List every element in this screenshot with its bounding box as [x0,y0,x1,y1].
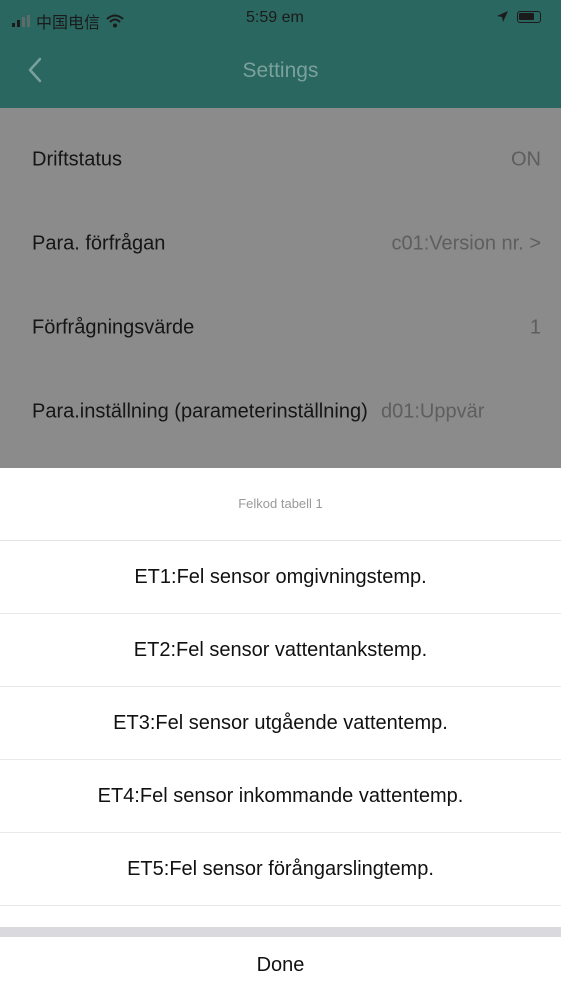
status-time: 5:59 em [246,9,304,26]
settings-row-para-installning[interactable]: Para.inställning (parameterinställning) … [0,360,561,444]
settings-list: Driftstatus ON Para. förfrågan c01:Versi… [0,108,561,468]
row-value: c01:Version nr. > [391,232,541,255]
status-right [496,10,541,23]
row-value: d01:Uppvär [381,400,485,423]
sheet-option-et2[interactable]: ET2:Fel sensor vattentankstemp. [0,614,561,687]
sheet-option-et4[interactable]: ET4:Fel sensor inkommande vattentemp. [0,760,561,833]
settings-row-para-forfragan[interactable]: Para. förfrågan c01:Version nr. > [0,192,561,276]
sheet-option-et3[interactable]: ET3:Fel sensor utgående vattentemp. [0,687,561,760]
row-label: Förfrågningsvärde [32,316,195,339]
sheet-option-et1[interactable]: ET1:Fel sensor omgivningstemp. [0,541,561,614]
status-left: 中国电信 [12,9,124,33]
settings-row-forfragningsvarde[interactable]: Förfrågningsvärde 1 [0,276,561,360]
sheet-title: Felkod tabell 1 [0,468,561,541]
sheet-option-et5[interactable]: ET5:Fel sensor förångarslingtemp. [0,833,561,906]
location-arrow-icon [497,11,508,22]
done-button[interactable]: Done [0,937,561,993]
carrier-label: 中国电信 [36,15,101,32]
signal-icon [12,15,30,27]
row-label: Para. förfrågan [32,232,166,255]
row-value: ON [511,148,541,171]
nav-bar: Settings [0,36,561,108]
wifi-icon [106,14,124,28]
row-value: 1 [529,316,541,339]
row-label: Para.inställning (parameterinställning) [32,400,368,423]
sheet-divider [0,927,561,937]
battery-icon [517,10,541,23]
action-sheet: Felkod tabell 1 ET1:Fel sensor omgivning… [0,468,561,993]
status-bar: 中国电信 5:59 em [0,0,561,36]
row-label: Driftstatus [32,148,123,171]
settings-row-driftstatus[interactable]: Driftstatus ON [0,108,561,192]
page-title: Settings [242,59,319,82]
